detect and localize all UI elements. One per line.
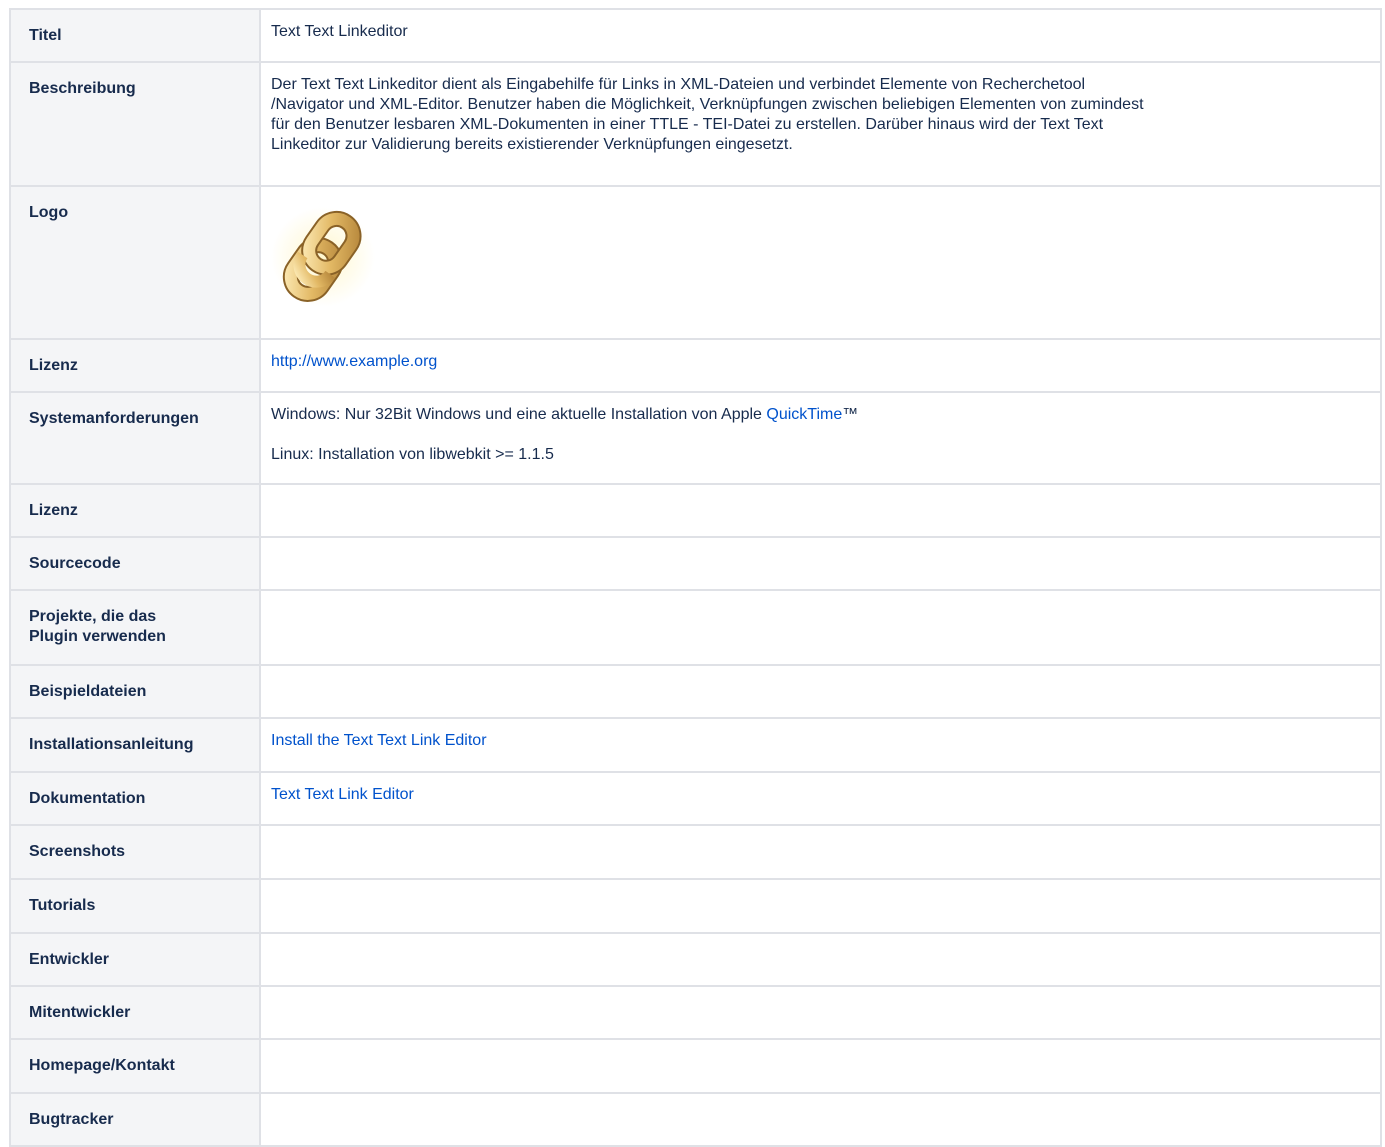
table-row-homepage: Homepage/Kontakt	[9, 1038, 1382, 1094]
row-value-bugtracker	[259, 1092, 1382, 1147]
row-value-lizenz-2	[259, 483, 1382, 538]
table-row-logo: Logo	[9, 185, 1382, 340]
table-row-titel: Titel Text Text Linkeditor	[9, 8, 1382, 63]
table-row-lizenz: Lizenz http://www.example.org	[9, 338, 1382, 393]
row-key-homepage: Homepage/Kontakt	[9, 1038, 261, 1094]
properties-table-wrapper: Titel Text Text Linkeditor Beschreibung …	[9, 8, 1382, 1147]
row-value-installationsanleitung: Install the Text Text Link Editor	[259, 717, 1382, 773]
row-value-projekte	[259, 589, 1382, 666]
row-key-logo: Logo	[9, 185, 261, 340]
row-value-systemanforderungen: Windows: Nur 32Bit Windows und eine aktu…	[259, 391, 1382, 485]
table-row-projekte: Projekte, die das Plugin verwenden	[9, 589, 1382, 666]
table-row-tutorials: Tutorials	[9, 878, 1382, 934]
row-value-lizenz: http://www.example.org	[259, 338, 1382, 393]
windows-requirement: Windows: Nur 32Bit Windows und eine aktu…	[271, 405, 1370, 425]
table-row-entwickler: Entwickler	[9, 932, 1382, 987]
row-key-titel: Titel	[9, 8, 261, 63]
table-row-systemanforderungen: Systemanforderungen Windows: Nur 32Bit W…	[9, 391, 1382, 485]
row-key-screenshots: Screenshots	[9, 824, 261, 880]
table-row-sourcecode: Sourcecode	[9, 536, 1382, 591]
row-value-tutorials	[259, 878, 1382, 934]
chain-link-icon	[271, 199, 381, 309]
row-value-logo	[259, 185, 1382, 340]
windows-requirement-text: Windows: Nur 32Bit Windows und eine aktu…	[271, 406, 767, 423]
row-key-lizenz: Lizenz	[9, 338, 261, 393]
row-value-homepage	[259, 1038, 1382, 1094]
row-value-screenshots	[259, 824, 1382, 880]
table-row-beschreibung: Beschreibung Der Text Text Linkeditor di…	[9, 61, 1382, 187]
table-row-mitentwickler: Mitentwickler	[9, 985, 1382, 1040]
trademark-symbol: ™	[842, 406, 859, 423]
row-key-tutorials: Tutorials	[9, 878, 261, 934]
description-line: für den Benutzer lesbaren XML-Dokumenten…	[271, 116, 1104, 133]
row-key-projekte-line: Projekte, die das	[29, 608, 157, 625]
row-key-bugtracker: Bugtracker	[9, 1092, 261, 1147]
row-key-dokumentation: Dokumentation	[9, 771, 261, 826]
table-row-installationsanleitung: Installationsanleitung Install the Text …	[9, 717, 1382, 773]
row-key-systemanforderungen: Systemanforderungen	[9, 391, 261, 485]
row-value-dokumentation: Text Text Link Editor	[259, 771, 1382, 826]
table-row-lizenz-2: Lizenz	[9, 483, 1382, 538]
description-line: Linkeditor zur Validierung bereits exist…	[271, 136, 793, 153]
row-key-projekte-line: Plugin verwenden	[29, 628, 166, 645]
plugin-properties-table: Titel Text Text Linkeditor Beschreibung …	[9, 8, 1382, 1147]
row-value-beispieldateien	[259, 664, 1382, 719]
quicktime-link[interactable]: QuickTime	[766, 406, 842, 423]
installation-link[interactable]: Install the Text Text Link Editor	[271, 732, 487, 749]
table-row-screenshots: Screenshots	[9, 824, 1382, 880]
row-key-installationsanleitung: Installationsanleitung	[9, 717, 261, 773]
row-key-projekte: Projekte, die das Plugin verwenden	[9, 589, 261, 666]
row-key-sourcecode: Sourcecode	[9, 536, 261, 591]
row-value-titel: Text Text Linkeditor	[259, 8, 1382, 63]
table-row-bugtracker: Bugtracker	[9, 1092, 1382, 1147]
row-key-mitentwickler: Mitentwickler	[9, 985, 261, 1040]
row-value-mitentwickler	[259, 985, 1382, 1040]
table-row-dokumentation: Dokumentation Text Text Link Editor	[9, 771, 1382, 826]
description-line: /Navigator und XML-Editor. Benutzer habe…	[271, 96, 1144, 113]
row-value-sourcecode	[259, 536, 1382, 591]
license-link[interactable]: http://www.example.org	[271, 353, 437, 370]
row-key-beschreibung: Beschreibung	[9, 61, 261, 187]
row-value-beschreibung: Der Text Text Linkeditor dient als Einga…	[259, 61, 1382, 187]
description-line: Der Text Text Linkeditor dient als Einga…	[271, 76, 1086, 93]
row-key-lizenz-2: Lizenz	[9, 483, 261, 538]
row-key-beispieldateien: Beispieldateien	[9, 664, 261, 719]
row-key-entwickler: Entwickler	[9, 932, 261, 987]
linux-requirement: Linux: Installation von libwebkit >= 1.1…	[271, 446, 554, 463]
row-value-entwickler	[259, 932, 1382, 987]
documentation-link[interactable]: Text Text Link Editor	[271, 786, 414, 803]
table-row-beispieldateien: Beispieldateien	[9, 664, 1382, 719]
